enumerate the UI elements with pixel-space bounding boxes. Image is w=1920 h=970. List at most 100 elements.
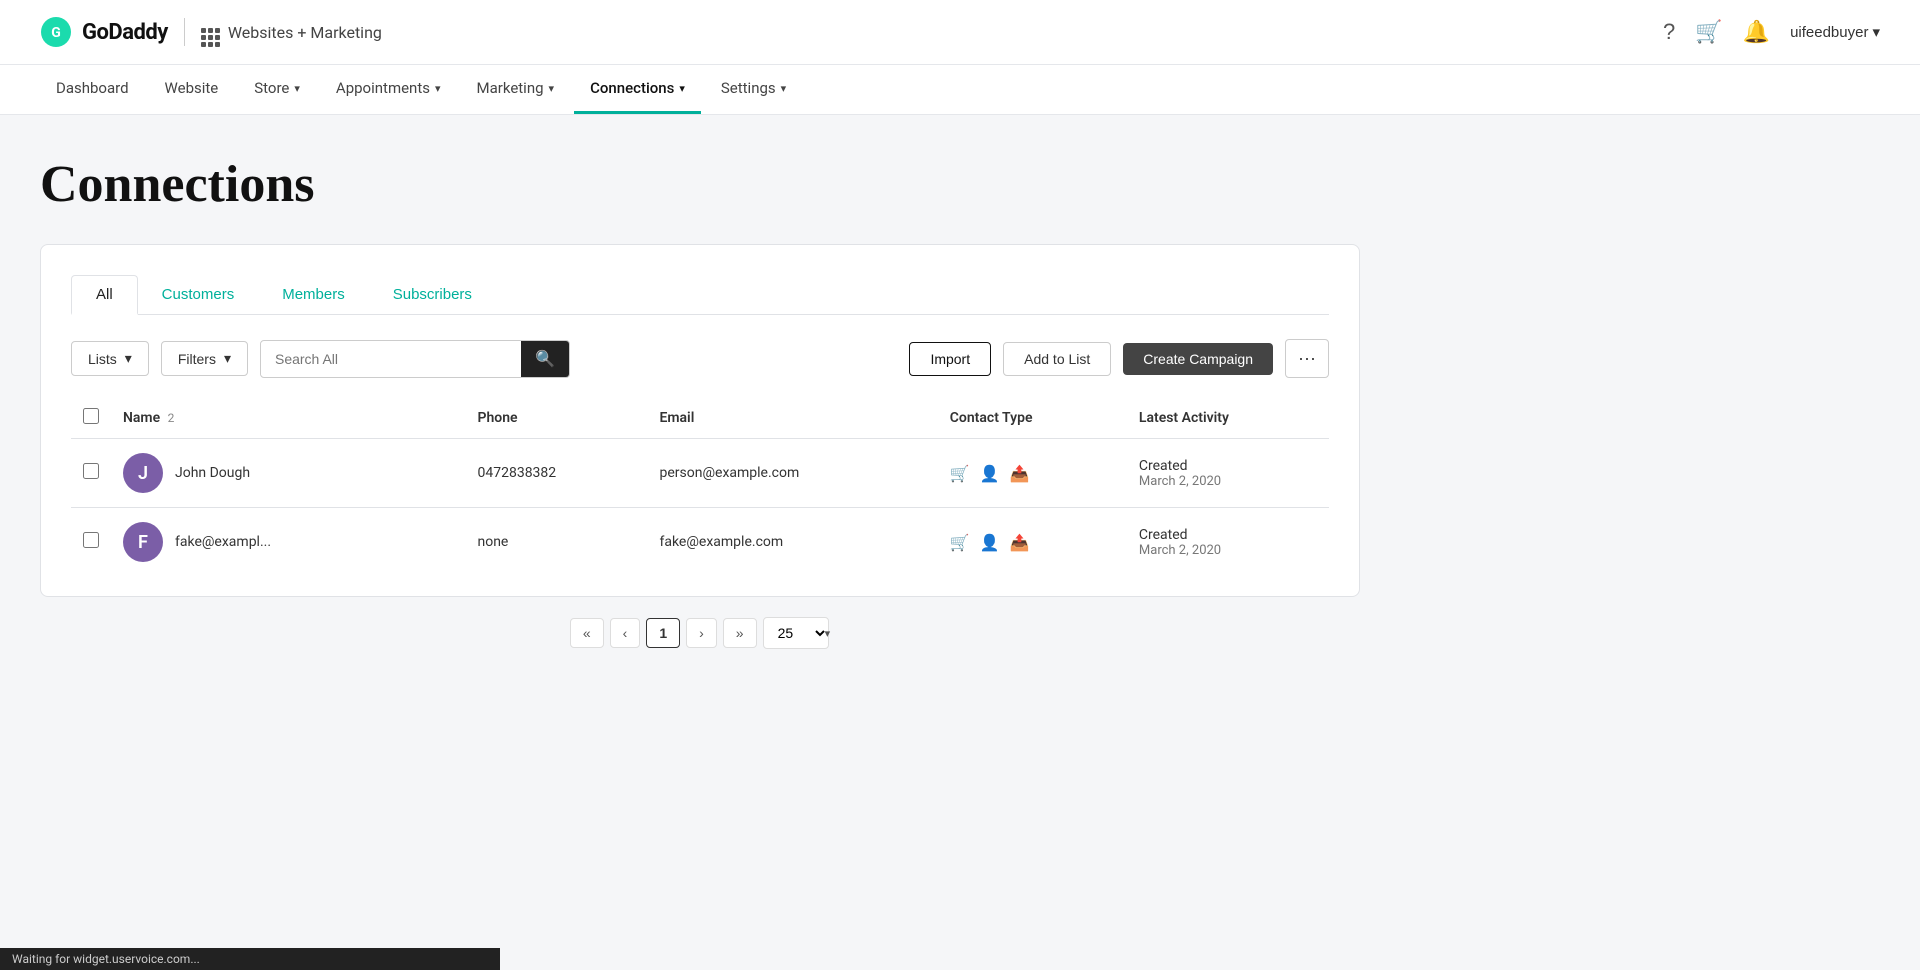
page-content: Connections All Customers Members Subscr…: [0, 115, 1400, 689]
table-row: F fake@exampl... none fake@example.com 🛒…: [71, 508, 1329, 577]
tab-subscribers[interactable]: Subscribers: [369, 275, 496, 315]
select-all-checkbox[interactable]: [83, 408, 99, 424]
row1-checkbox[interactable]: [83, 463, 99, 479]
main-nav: Dashboard Website Store ▾ Appointments ▾…: [0, 65, 1920, 115]
header-contact-type: Contact Type: [938, 398, 1127, 439]
row2-checkbox[interactable]: [83, 532, 99, 548]
row2-email: fake@example.com: [647, 508, 937, 577]
connections-chevron-icon: ▾: [679, 82, 685, 95]
header-latest-activity: Latest Activity: [1127, 398, 1329, 439]
search-icon: 🔍: [535, 349, 555, 369]
row1-share-icon[interactable]: 📤: [1010, 464, 1030, 483]
user-name: uifeedbuyer: [1790, 24, 1868, 41]
row1-contact-type: 🛒 👤 📤: [938, 439, 1127, 508]
more-options-button[interactable]: ···: [1285, 339, 1329, 378]
header-name: Name 2: [111, 398, 465, 439]
pagination-page-1[interactable]: 1: [646, 618, 680, 648]
page-title: Connections: [40, 155, 1360, 214]
row1-activity-status: Created: [1139, 458, 1317, 474]
nav-item-store[interactable]: Store ▾: [238, 65, 316, 114]
row2-avatar: F: [123, 522, 163, 562]
row1-cart-icon[interactable]: 🛒: [950, 464, 970, 483]
name-count: 2: [168, 411, 175, 425]
row1-name[interactable]: John Dough: [175, 465, 250, 481]
user-chevron-icon: ▾: [1872, 23, 1880, 41]
nav-item-appointments[interactable]: Appointments ▾: [320, 65, 457, 114]
nav-item-marketing[interactable]: Marketing ▾: [461, 65, 571, 114]
row1-activity-date: March 2, 2020: [1139, 474, 1317, 489]
notifications-button[interactable]: 🔔: [1743, 19, 1770, 45]
app-name-text: Websites + Marketing: [228, 23, 382, 42]
pagination-prev[interactable]: ‹: [610, 618, 641, 648]
create-campaign-button[interactable]: Create Campaign: [1123, 343, 1273, 375]
pagination-next[interactable]: ›: [686, 618, 717, 648]
row2-name-cell: F fake@exampl...: [111, 508, 465, 577]
user-menu-button[interactable]: uifeedbuyer ▾: [1790, 23, 1880, 41]
row2-contact-type: 🛒 👤 📤: [938, 508, 1127, 577]
grid-icon: [201, 18, 220, 47]
store-chevron-icon: ▾: [294, 82, 300, 95]
settings-chevron-icon: ▾: [781, 82, 787, 95]
row1-name-cell: J John Dough: [111, 439, 465, 508]
row1-avatar: J: [123, 453, 163, 493]
row1-phone: 0472838382: [465, 439, 647, 508]
nav-item-connections[interactable]: Connections ▾: [574, 65, 701, 114]
import-button[interactable]: Import: [909, 342, 991, 376]
tab-members[interactable]: Members: [258, 275, 369, 315]
per-page-chevron-icon: ▾: [825, 627, 831, 640]
table-row: J John Dough 0472838382 person@example.c…: [71, 439, 1329, 508]
appointments-chevron-icon: ▾: [435, 82, 441, 95]
connections-table: Name 2 Phone Email Contact Type Latest A…: [71, 398, 1329, 576]
header-right: ? 🛒 🔔 uifeedbuyer ▾: [1663, 19, 1880, 45]
filters-dropdown[interactable]: Filters ▾: [161, 341, 248, 376]
header-email: Email: [647, 398, 937, 439]
filters-chevron-icon: ▾: [224, 350, 231, 367]
logo-text: GoDaddy: [82, 20, 168, 45]
header-checkbox-cell: [71, 398, 111, 439]
row2-activity-date: March 2, 2020: [1139, 543, 1317, 558]
svg-text:G: G: [51, 25, 61, 41]
nav-item-website[interactable]: Website: [149, 65, 235, 114]
toolbar: Lists ▾ Filters ▾ 🔍 Import Add to List C…: [71, 339, 1329, 378]
cart-button[interactable]: 🛒: [1695, 19, 1722, 45]
row1-person-icon[interactable]: 👤: [980, 464, 1000, 483]
header-left: G GoDaddy Websites + Marketing: [40, 16, 382, 48]
marketing-chevron-icon: ▾: [549, 82, 555, 95]
tab-all[interactable]: All: [71, 275, 138, 315]
lists-chevron-icon: ▾: [125, 350, 132, 367]
row1-activity: Created March 2, 2020: [1127, 439, 1329, 508]
row2-name[interactable]: fake@exampl...: [175, 534, 271, 550]
row1-checkbox-cell: [71, 439, 111, 508]
pagination: « ‹ 1 › » 25 50 100 ▾: [40, 597, 1360, 669]
more-dots-icon: ···: [1298, 348, 1316, 369]
row1-email: person@example.com: [647, 439, 937, 508]
top-header: G GoDaddy Websites + Marketing ? 🛒 🔔 uif…: [0, 0, 1920, 65]
status-bar: Waiting for widget.uservoice.com...: [0, 948, 500, 970]
pagination-first[interactable]: «: [570, 618, 604, 648]
nav-item-settings[interactable]: Settings ▾: [705, 65, 802, 114]
row2-cart-icon[interactable]: 🛒: [950, 533, 970, 552]
tabs-bar: All Customers Members Subscribers: [71, 275, 1329, 315]
tab-customers[interactable]: Customers: [138, 275, 259, 315]
row2-phone: none: [465, 508, 647, 577]
search-input[interactable]: [261, 343, 521, 375]
nav-item-dashboard[interactable]: Dashboard: [40, 65, 145, 114]
connections-card: All Customers Members Subscribers Lists …: [40, 244, 1360, 597]
help-button[interactable]: ?: [1663, 19, 1675, 45]
row2-activity: Created March 2, 2020: [1127, 508, 1329, 577]
row2-checkbox-cell: [71, 508, 111, 577]
row2-person-icon[interactable]: 👤: [980, 533, 1000, 552]
header-divider: [184, 18, 185, 46]
row2-activity-status: Created: [1139, 527, 1317, 543]
app-name: Websites + Marketing: [201, 18, 382, 47]
godaddy-logo-icon: G: [40, 16, 72, 48]
search-button[interactable]: 🔍: [521, 341, 569, 377]
add-to-list-button[interactable]: Add to List: [1003, 342, 1111, 376]
logo-area: G GoDaddy: [40, 16, 168, 48]
row2-share-icon[interactable]: 📤: [1010, 533, 1030, 552]
header-phone: Phone: [465, 398, 647, 439]
per-page-select[interactable]: 25 50 100: [763, 617, 829, 649]
pagination-last[interactable]: »: [723, 618, 757, 648]
lists-dropdown[interactable]: Lists ▾: [71, 341, 149, 376]
search-wrap: 🔍: [260, 340, 570, 378]
